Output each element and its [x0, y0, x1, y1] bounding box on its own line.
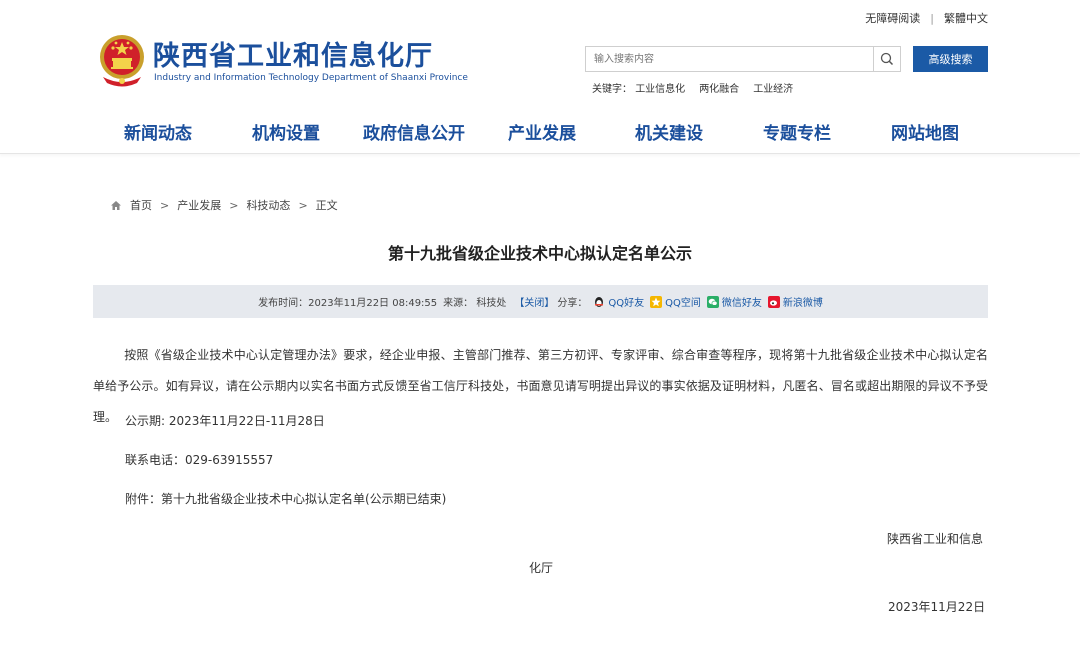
traditional-chinese-link[interactable]: 繁體中文 [944, 10, 988, 26]
share-label-qzone: QQ空间 [665, 298, 701, 309]
share-label-weibo: 新浪微博 [782, 298, 823, 309]
keyword-link[interactable]: 工业信息化 [635, 84, 685, 95]
share-qzone[interactable]: QQ空间 [650, 294, 701, 309]
search-button[interactable] [873, 47, 900, 71]
site-subtitle: Industry and Information Technology Depa… [154, 73, 468, 83]
keyword-link[interactable]: 工业经济 [753, 84, 793, 95]
article-title: 第十九批省级企业技术中心拟认定名单公示 [387, 244, 692, 263]
weibo-icon [767, 295, 780, 308]
national-emblem-icon [100, 35, 144, 87]
publicity-period: 公示期: 2023年11月22日-11月28日 [125, 414, 325, 428]
attachment-link[interactable]: 附件：第十九批省级企业技术中心拟认定名单(公示期已结束) [125, 490, 446, 507]
breadcrumb-separator: > [298, 198, 308, 212]
nav-item-news[interactable]: 新闻动态 [124, 119, 192, 144]
nav-item-sitemap[interactable]: 网站地图 [891, 119, 959, 144]
nav-item-special-topics[interactable]: 专题专栏 [763, 119, 831, 144]
breadcrumb-separator: > [229, 198, 239, 212]
search-input[interactable] [586, 47, 882, 72]
close-link[interactable]: 【关闭】 [514, 294, 554, 309]
site-title[interactable]: 陕西省工业和信息化厅 [153, 34, 433, 73]
publish-time: 发布时间：2023年11月22日 08:49:55 [258, 298, 438, 309]
breadcrumb-item-current: 正文 [315, 199, 338, 212]
search-icon [880, 52, 894, 66]
breadcrumb-item-industry[interactable]: 产业发展 [177, 197, 221, 213]
home-icon [111, 200, 121, 210]
accessibility-link[interactable]: 无障碍阅读 [865, 10, 920, 26]
breadcrumb-item-tech-news[interactable]: 科技动态 [246, 197, 290, 213]
share-qq-friend[interactable]: QQ好友 [593, 294, 644, 309]
qzone-icon [650, 295, 663, 308]
share-label-wechat: 微信好友 [721, 298, 762, 309]
utility-links: 无障碍阅读 | 繁體中文 [865, 10, 988, 26]
keyword-link[interactable]: 两化融合 [699, 84, 739, 95]
top-utility-bar: 无障碍阅读 | 繁體中文 [0, 0, 1080, 30]
advanced-search-button[interactable]: 高级搜索 [913, 46, 988, 72]
search-keywords: 关键字： 工业信息化 两化融合 工业经济 [592, 80, 807, 95]
signature-line1: 陕西省工业和信息 [887, 532, 984, 546]
share-label-qq-friend: QQ好友 [608, 298, 645, 309]
share-weibo[interactable]: 新浪微博 [767, 294, 823, 309]
main-nav: 新闻动态 机构设置 政府信息公开 产业发展 机关建设 专题专栏 网站地图 [0, 105, 1080, 154]
nav-item-organization[interactable]: 机构设置 [252, 119, 320, 144]
nav-item-gov-info[interactable]: 政府信息公开 [363, 119, 465, 144]
site-header: 陕西省工业和信息化厅 Industry and Information Tech… [0, 30, 1080, 105]
signature-date: 2023年11月22日 [888, 600, 986, 614]
article-source: 来源： 科技处 [443, 298, 507, 309]
signature-line2: 化厅 [529, 561, 554, 575]
article-meta-bar: 发布时间：2023年11月22日 08:49:55 来源： 科技处 【关闭】 分… [93, 285, 988, 318]
keywords-label: 关键字： [592, 84, 632, 95]
share-label: 分享： [557, 298, 588, 309]
share-wechat[interactable]: 微信好友 [706, 294, 762, 309]
nav-item-party-building[interactable]: 机关建设 [635, 119, 703, 144]
search-box [585, 46, 901, 72]
utility-separator: | [930, 12, 934, 25]
breadcrumb: 首页 > 产业发展 > 科技动态 > 正文 [110, 197, 338, 213]
breadcrumb-separator: > [160, 198, 170, 212]
breadcrumb-home[interactable]: 首页 [130, 197, 152, 213]
contact-phone: 联系电话：029-63915557 [125, 453, 274, 467]
wechat-icon [706, 295, 719, 308]
nav-item-industry[interactable]: 产业发展 [508, 119, 576, 144]
qq-icon [595, 296, 604, 307]
